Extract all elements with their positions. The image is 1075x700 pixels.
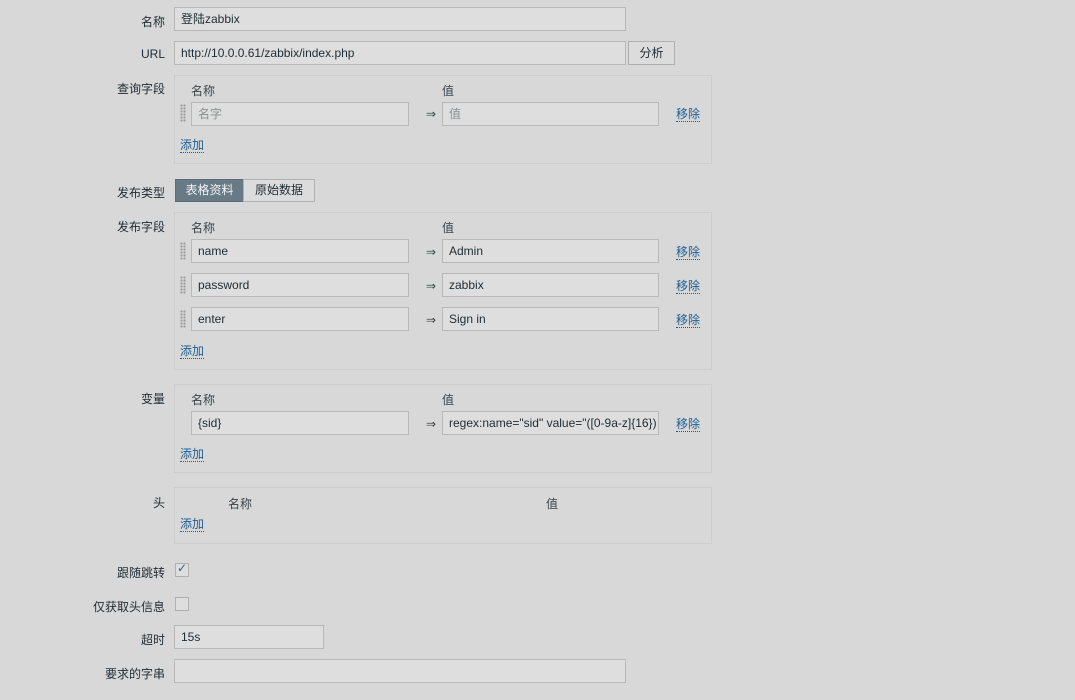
url-label: URL <box>140 47 165 61</box>
post-field-name-input[interactable]: name <box>191 239 409 263</box>
post-fields-label: 发布字段 <box>116 220 165 234</box>
required-string-label: 要求的字串 <box>104 667 165 681</box>
post-type-form-data[interactable]: 表格资料 <box>175 179 244 202</box>
post-field-remove-link[interactable]: 移除 <box>676 313 701 328</box>
drag-handle-icon[interactable] <box>180 242 186 260</box>
query-value-input[interactable]: 值 <box>442 102 659 126</box>
post-field-remove-link[interactable]: 移除 <box>676 279 701 294</box>
drag-handle-icon[interactable] <box>180 310 186 328</box>
arrow-icon: ⇒ <box>426 417 437 431</box>
headers-box <box>174 487 712 544</box>
query-name-input[interactable]: 名字 <box>191 102 409 126</box>
post-field-value-input[interactable]: Sign in <box>442 307 659 331</box>
follow-redirects-checkbox[interactable]: ✓ <box>175 561 189 577</box>
post-field-remove-link[interactable]: 移除 <box>676 245 701 260</box>
arrow-icon: ⇒ <box>426 245 437 259</box>
variable-add-link[interactable]: 添加 <box>180 447 205 462</box>
post-col-name: 名称 <box>191 221 216 235</box>
variables-label: 变量 <box>140 392 165 406</box>
query-col-name: 名称 <box>191 84 216 98</box>
post-field-value-input[interactable]: zabbix <box>442 273 659 297</box>
post-field-name-input[interactable]: password <box>191 273 409 297</box>
headers-label: 头 <box>152 496 165 510</box>
name-label: 名称 <box>140 15 165 29</box>
query-fields-label: 查询字段 <box>116 82 165 96</box>
required-string-input[interactable] <box>174 659 626 683</box>
timeout-input[interactable]: 15s <box>174 625 324 649</box>
retrieve-headers-checkbox[interactable] <box>175 597 189 611</box>
variables-col-name: 名称 <box>191 393 216 407</box>
variable-name-input[interactable]: {sid} <box>191 411 409 435</box>
retrieve-headers-label: 仅获取头信息 <box>92 600 165 614</box>
follow-redirects-label: 跟随跳转 <box>116 566 165 580</box>
headers-col-value: 值 <box>546 497 559 511</box>
post-type-label: 发布类型 <box>116 186 165 200</box>
post-field-name-input[interactable]: enter <box>191 307 409 331</box>
name-input[interactable]: 登陆zabbix <box>174 7 626 31</box>
arrow-icon: ⇒ <box>426 107 437 121</box>
post-col-value: 值 <box>442 221 455 235</box>
headers-col-name: 名称 <box>228 497 253 511</box>
timeout-label: 超时 <box>140 633 165 647</box>
variables-col-value: 值 <box>442 393 455 407</box>
query-add-link[interactable]: 添加 <box>180 138 205 153</box>
post-field-add-link[interactable]: 添加 <box>180 344 205 359</box>
query-remove-link[interactable]: 移除 <box>676 107 701 122</box>
check-icon: ✓ <box>177 561 188 575</box>
post-field-value-input[interactable]: Admin <box>442 239 659 263</box>
arrow-icon: ⇒ <box>426 279 437 293</box>
query-col-value: 值 <box>442 84 455 98</box>
arrow-icon: ⇒ <box>426 313 437 327</box>
url-input[interactable]: http://10.0.0.61/zabbix/index.php <box>174 41 626 65</box>
drag-handle-icon[interactable] <box>180 276 186 294</box>
post-type-raw-data[interactable]: 原始数据 <box>243 179 315 202</box>
variable-remove-link[interactable]: 移除 <box>676 417 701 432</box>
parse-button[interactable]: 分析 <box>628 41 675 65</box>
drag-handle-icon[interactable] <box>180 104 186 122</box>
variable-value-input[interactable]: regex:name="sid" value="([0-9a-z]{16}) <box>442 411 659 435</box>
headers-add-link[interactable]: 添加 <box>180 517 205 532</box>
